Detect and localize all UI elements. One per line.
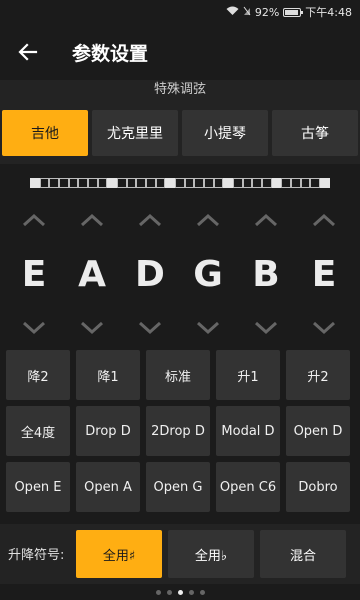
strip-cell (126, 178, 137, 188)
chevron-down-icon[interactable] (19, 318, 49, 338)
back-button[interactable] (0, 24, 56, 80)
instrument-tab-guzheng[interactable]: 古筝 (272, 110, 358, 156)
preset-button[interactable]: Open C6 (216, 462, 280, 512)
preset-button[interactable]: Open E (6, 462, 70, 512)
string-column: E (296, 210, 352, 340)
clock: 下午4:48 (305, 6, 352, 19)
string-note: E (21, 253, 47, 295)
string-column: D (122, 210, 178, 340)
strip-cell (88, 178, 98, 188)
string-column: G (180, 210, 236, 340)
chevron-up-icon[interactable] (135, 210, 165, 230)
wifi-icon (226, 6, 239, 19)
instrument-tab-violin[interactable]: 小提琴 (182, 110, 268, 156)
strip-cell (59, 178, 69, 188)
string-note: G (193, 253, 223, 295)
page-dot[interactable] (188, 589, 194, 595)
strip-cell (252, 178, 263, 188)
string-column: B (238, 210, 294, 340)
strip-cell (204, 178, 214, 188)
preset-button[interactable]: 降1 (76, 350, 140, 400)
chevron-down-icon[interactable] (77, 318, 107, 338)
page-dot[interactable] (155, 589, 161, 595)
symbol-bar: 升降符号: 全用♯ 全用♭ 混合 (0, 524, 360, 584)
strip-cell (146, 178, 156, 188)
page-dot[interactable] (177, 589, 183, 595)
strip-cell (175, 178, 185, 188)
chevron-up-icon[interactable] (251, 210, 281, 230)
app-bar: 参数设置 (0, 24, 360, 80)
preset-button[interactable]: 升2 (286, 350, 350, 400)
strip-cell (97, 178, 108, 188)
section-title: 特殊调弦 (0, 80, 360, 100)
fret-indicator-strip (30, 178, 330, 192)
mixed-button[interactable]: 混合 (260, 530, 346, 578)
strip-cell (117, 178, 127, 188)
strip-cell (320, 178, 330, 188)
chevron-up-icon[interactable] (309, 210, 339, 230)
page-indicator (0, 584, 360, 600)
string-column: A (64, 210, 120, 340)
strip-cell (271, 178, 282, 188)
sharp-button[interactable]: 全用♯ (76, 530, 162, 578)
strip-cell (136, 178, 147, 188)
string-note: B (252, 253, 280, 295)
strip-cell (281, 178, 292, 188)
strip-cell (310, 178, 321, 188)
page-dot[interactable] (199, 589, 205, 595)
page-dot[interactable] (166, 589, 172, 595)
strip-cell (78, 178, 89, 188)
strip-cell (223, 178, 234, 188)
strip-cell (262, 178, 272, 188)
strip-cell (165, 178, 176, 188)
strip-cell (291, 178, 301, 188)
preset-button[interactable]: 降2 (6, 350, 70, 400)
preset-button[interactable]: Drop D (76, 406, 140, 456)
chevron-up-icon[interactable] (19, 210, 49, 230)
preset-button[interactable]: 全4度 (6, 406, 70, 456)
strip-cell (184, 178, 195, 188)
strip-cell (155, 178, 166, 188)
chevron-down-icon[interactable] (251, 318, 281, 338)
strip-cell (213, 178, 224, 188)
back-arrow-icon (18, 43, 38, 61)
preset-button[interactable]: Dobro (286, 462, 350, 512)
strip-cell (39, 178, 50, 188)
string-tuning-panel: EADGBE (0, 210, 360, 340)
strip-cell (68, 178, 79, 188)
preset-button[interactable]: 升1 (216, 350, 280, 400)
chevron-down-icon[interactable] (193, 318, 223, 338)
chevron-down-icon[interactable] (309, 318, 339, 338)
instrument-tab-guitar[interactable]: 吉他 (2, 110, 88, 156)
chevron-up-icon[interactable] (193, 210, 223, 230)
instrument-tabs: 吉他 尤克里里 小提琴 古筝 (0, 100, 360, 164)
strip-cell (107, 178, 118, 188)
string-note: E (311, 253, 337, 295)
chevron-up-icon[interactable] (77, 210, 107, 230)
battery-percent: 92% (254, 5, 280, 19)
strip-cell (300, 178, 311, 188)
preset-button[interactable]: 2Drop D (146, 406, 210, 456)
preset-button[interactable]: Open G (146, 462, 210, 512)
string-note: D (135, 253, 165, 295)
strip-cell (242, 178, 253, 188)
status-bar: 92% 下午4:48 (0, 0, 360, 24)
strip-cell (233, 178, 243, 188)
preset-button[interactable]: 标准 (146, 350, 210, 400)
strip-cell (30, 178, 40, 188)
preset-button[interactable]: Open D (286, 406, 350, 456)
instrument-tab-ukulele[interactable]: 尤克里里 (92, 110, 178, 156)
strip-cell (194, 178, 205, 188)
string-column: E (6, 210, 62, 340)
preset-button[interactable]: Modal D (216, 406, 280, 456)
preset-button[interactable]: Open A (76, 462, 140, 512)
strip-cell (49, 178, 60, 188)
symbol-label: 升降符号: (8, 548, 65, 563)
no-signal-icon (243, 6, 251, 19)
battery-icon (283, 7, 304, 17)
chevron-down-icon[interactable] (135, 318, 165, 338)
flat-button[interactable]: 全用♭ (168, 530, 254, 578)
page-title: 参数设置 (72, 42, 149, 65)
string-note: A (78, 253, 106, 295)
